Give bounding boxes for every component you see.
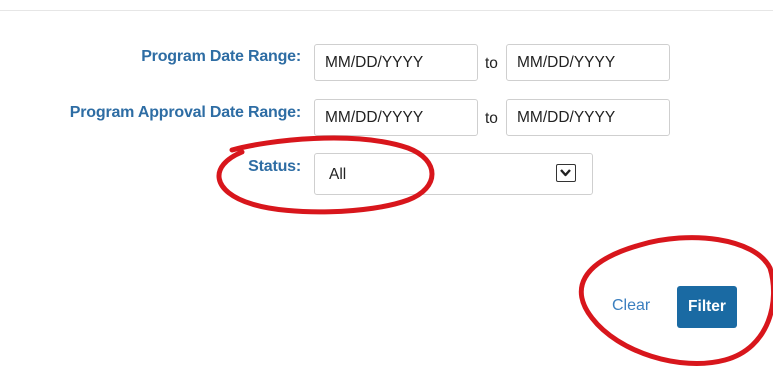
- program-approval-date-range-label: Program Approval Date Range:: [69, 104, 301, 121]
- status-select[interactable]: All: [314, 153, 593, 195]
- filter-panel: Program Date Range: to Program Approval …: [0, 0, 773, 377]
- program-date-from-input[interactable]: [314, 44, 478, 81]
- chevron-down-icon[interactable]: [556, 164, 576, 182]
- program-approval-date-to-input[interactable]: [506, 99, 670, 136]
- filter-button[interactable]: Filter: [677, 286, 737, 328]
- status-selected-value: All: [329, 166, 347, 183]
- status-label: Status:: [248, 158, 301, 175]
- program-date-range-to-text: to: [485, 55, 498, 72]
- program-date-range-label: Program Date Range:: [141, 48, 301, 65]
- top-divider: [0, 10, 773, 11]
- program-date-to-input[interactable]: [506, 44, 670, 81]
- clear-button[interactable]: Clear: [612, 297, 650, 315]
- program-approval-date-from-input[interactable]: [314, 99, 478, 136]
- program-approval-date-range-to-text: to: [485, 110, 498, 127]
